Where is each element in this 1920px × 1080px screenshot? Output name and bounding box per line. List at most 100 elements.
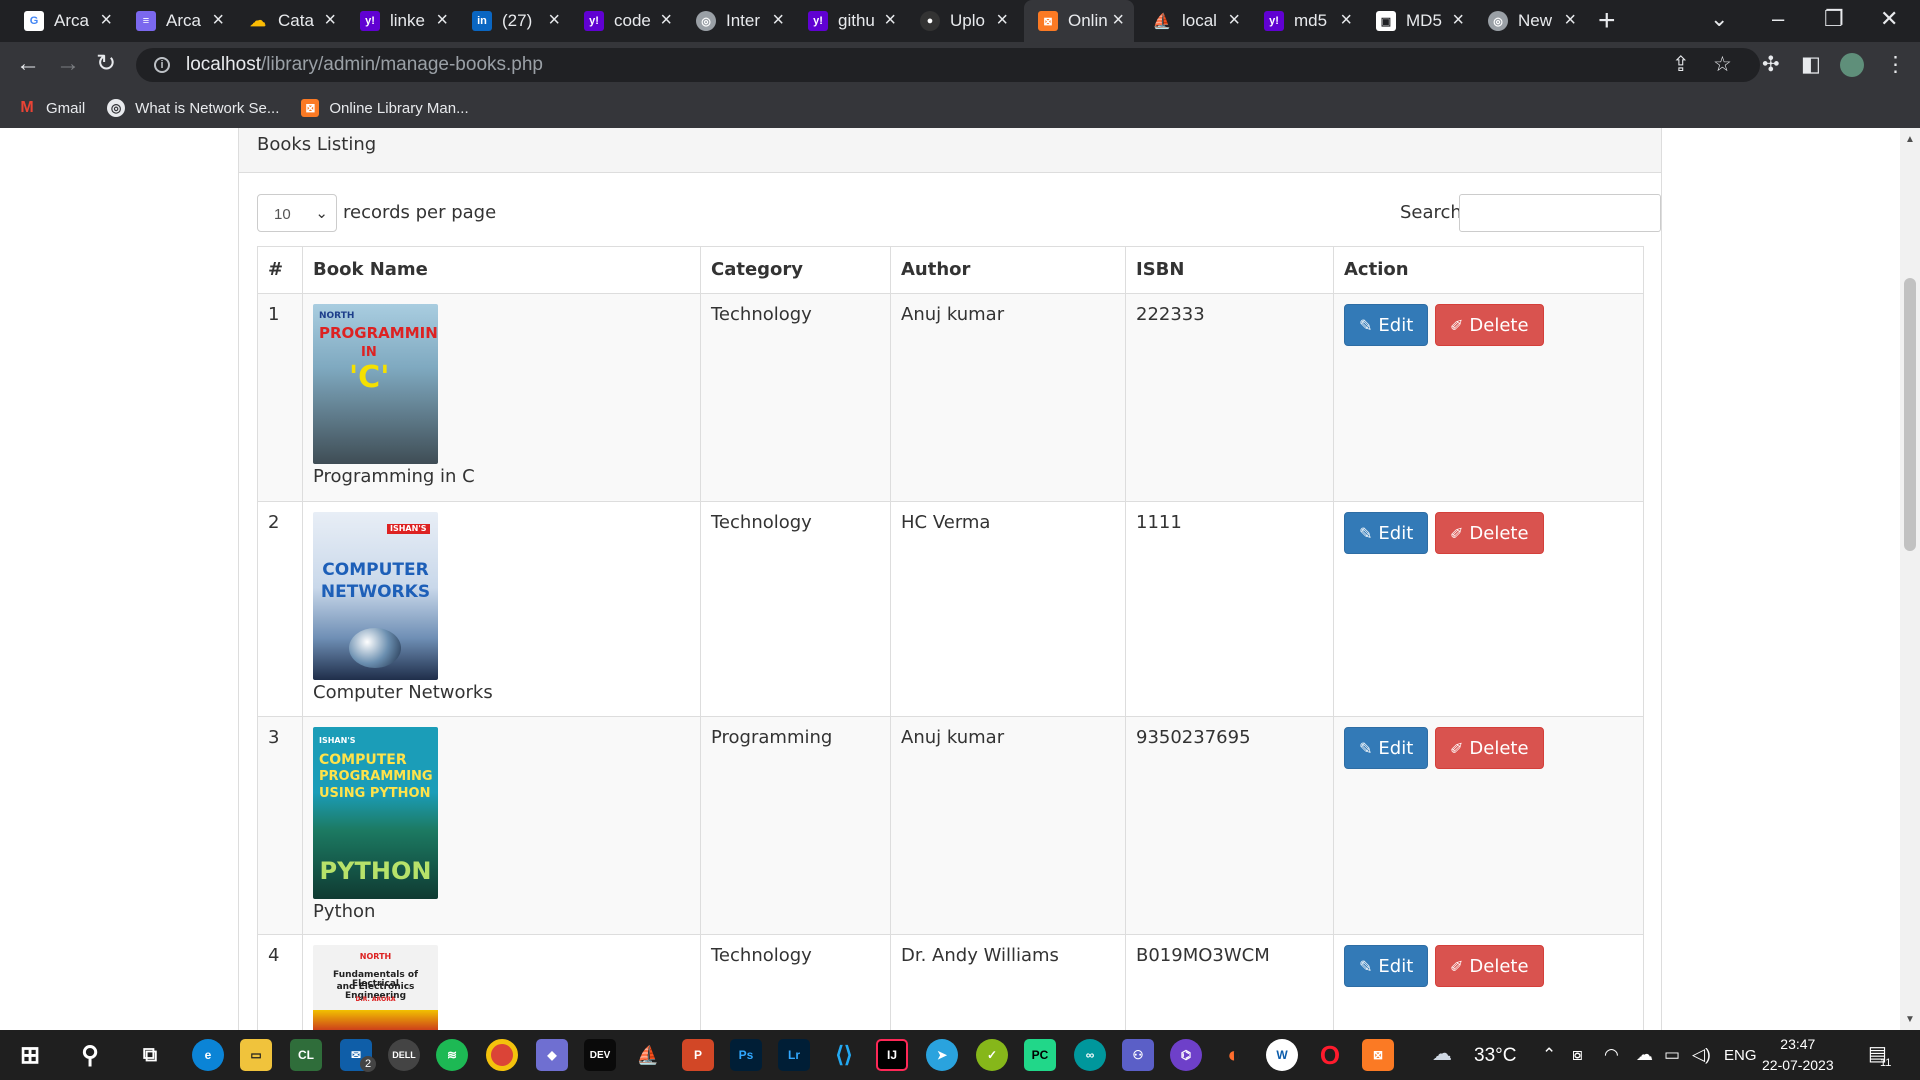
close-icon[interactable]: × <box>436 10 448 30</box>
window-close-icon[interactable]: ✕ <box>1880 6 1898 32</box>
github-desktop-icon[interactable]: ⌬ <box>1170 1039 1202 1071</box>
onedrive-icon[interactable]: ☁ <box>1636 1045 1653 1065</box>
delete-button[interactable]: ✐ Delete <box>1435 727 1544 769</box>
telegram-icon[interactable]: ➤ <box>926 1039 958 1071</box>
close-icon[interactable]: × <box>548 10 560 30</box>
teams-icon[interactable]: ⚇ <box>1122 1039 1154 1071</box>
avatar[interactable] <box>1840 53 1864 77</box>
chevron-up-icon[interactable]: ⌃ <box>1542 1045 1556 1065</box>
pycharm-icon[interactable]: PC <box>1024 1039 1056 1071</box>
clickup-icon[interactable]: CL <box>290 1039 322 1071</box>
arduino-icon[interactable]: ∞ <box>1074 1039 1106 1071</box>
records-per-page-select[interactable]: 10 ⌄ <box>257 194 337 232</box>
firefox-icon[interactable]: ◐ <box>1218 1039 1250 1071</box>
scroll-down-icon[interactable]: ▼ <box>1905 1014 1915 1025</box>
header-author[interactable]: Author <box>890 246 1126 294</box>
bookmark-gmail[interactable]: M Gmail <box>18 99 85 117</box>
vuetify-icon[interactable]: ✓ <box>976 1039 1008 1071</box>
word-icon[interactable]: W <box>1266 1039 1298 1071</box>
new-tab-icon[interactable]: + <box>1598 6 1616 36</box>
close-icon[interactable]: × <box>1452 10 1464 30</box>
close-icon[interactable]: × <box>100 10 112 30</box>
back-icon[interactable]: ← <box>16 52 40 76</box>
close-icon[interactable]: × <box>212 10 224 30</box>
delete-button[interactable]: ✐ Delete <box>1435 304 1544 346</box>
tab-10[interactable]: ⛵ local × <box>1138 0 1250 42</box>
intellij-icon[interactable]: IJ <box>876 1039 908 1071</box>
minimize-icon[interactable]: – <box>1772 6 1784 32</box>
vscode-icon[interactable]: ⟨⟩ <box>828 1039 860 1071</box>
close-icon[interactable]: × <box>772 10 784 30</box>
tab-0[interactable]: G Arca × <box>10 0 122 42</box>
scroll-up-icon[interactable]: ▲ <box>1905 134 1915 145</box>
spotify-icon[interactable]: ≋ <box>436 1039 468 1071</box>
header-isbn[interactable]: ISBN <box>1125 246 1334 294</box>
restore-icon[interactable]: ❐ <box>1824 6 1844 32</box>
lightroom-icon[interactable]: Lr <box>778 1039 810 1071</box>
address-bar[interactable]: i localhost/library/admin/manage-books.p… <box>136 48 1760 82</box>
volume-icon[interactable]: ◁) <box>1692 1045 1711 1065</box>
page-scrollbar[interactable]: ▲ ▼ <box>1900 128 1920 1030</box>
forward-icon[interactable]: → <box>56 52 80 76</box>
photoshop-icon[interactable]: Ps <box>730 1039 762 1071</box>
tab-2[interactable]: ☁ Cata × <box>234 0 346 42</box>
edit-button[interactable]: ✎ Edit <box>1344 512 1429 554</box>
edit-button[interactable]: ✎ Edit <box>1344 945 1429 987</box>
tab-5[interactable]: y! code × <box>570 0 682 42</box>
star-icon[interactable]: ☆ <box>1713 54 1732 76</box>
chrome-icon[interactable] <box>486 1039 518 1071</box>
close-icon[interactable]: × <box>996 10 1008 30</box>
weather-temp[interactable]: 33°C <box>1474 1045 1516 1067</box>
header-book-name[interactable]: Book Name <box>302 246 701 294</box>
close-icon[interactable]: × <box>1340 10 1352 30</box>
dell-icon[interactable]: DELL <box>388 1039 420 1071</box>
devc-icon[interactable]: DEV <box>584 1039 616 1071</box>
search-input[interactable] <box>1459 194 1661 232</box>
opera-icon[interactable]: O <box>1314 1039 1346 1071</box>
close-icon[interactable]: × <box>1564 10 1576 30</box>
xampp-icon[interactable]: ⊠ <box>1362 1039 1394 1071</box>
tab-1[interactable]: ≡ Arca × <box>122 0 234 42</box>
info-icon[interactable]: i <box>154 57 170 73</box>
tab-13[interactable]: ◎ New × <box>1474 0 1586 42</box>
tab-7[interactable]: y! githu × <box>794 0 906 42</box>
share-icon[interactable]: ⇪ <box>1672 54 1690 76</box>
weather-icon[interactable]: ☁ <box>1432 1041 1452 1066</box>
close-icon[interactable]: × <box>1228 10 1240 30</box>
language-indicator[interactable]: ENG <box>1724 1047 1757 1064</box>
tab-active[interactable]: ⊠ Onlin × <box>1024 0 1134 42</box>
edge-icon[interactable]: e <box>192 1039 224 1071</box>
wifi-icon[interactable]: ◠ <box>1604 1045 1619 1065</box>
header-num[interactable]: # <box>257 246 303 294</box>
side-panel-icon[interactable]: ◧ <box>1801 54 1821 76</box>
edit-button[interactable]: ✎ Edit <box>1344 727 1429 769</box>
close-icon[interactable]: × <box>324 10 336 30</box>
scroll-thumb[interactable] <box>1904 278 1916 551</box>
tab-search-icon[interactable]: ⌄ <box>1710 6 1728 32</box>
close-icon[interactable]: × <box>1112 10 1124 30</box>
clock[interactable]: 23:47 22-07-2023 <box>1762 1034 1834 1076</box>
phpmyadmin-icon[interactable]: ⛵ <box>632 1039 664 1071</box>
menu-icon[interactable]: ⋮ <box>1885 54 1906 76</box>
close-icon[interactable]: × <box>660 10 672 30</box>
delete-button[interactable]: ✐ Delete <box>1435 512 1544 554</box>
app-icon[interactable]: ◆ <box>536 1039 568 1071</box>
windows-start-icon[interactable]: ⊞ <box>14 1039 46 1071</box>
powerpoint-icon[interactable]: P <box>682 1039 714 1071</box>
close-icon[interactable]: × <box>884 10 896 30</box>
tab-8[interactable]: ● Uplo × <box>906 0 1018 42</box>
tab-3[interactable]: y! linke × <box>346 0 458 42</box>
header-action[interactable]: Action <box>1333 246 1644 294</box>
meet-icon[interactable]: ⧇ <box>1572 1045 1583 1065</box>
bookmark-library[interactable]: ⊠ Online Library Man... <box>301 99 469 117</box>
tab-4[interactable]: in (27) × <box>458 0 570 42</box>
task-view-icon[interactable]: ⧉ <box>134 1039 166 1071</box>
reload-icon[interactable]: ↻ <box>96 52 116 76</box>
battery-icon[interactable]: ▭ <box>1664 1045 1680 1065</box>
bookmark-network[interactable]: ◎ What is Network Se... <box>107 99 279 117</box>
delete-button[interactable]: ✐ Delete <box>1435 945 1544 987</box>
tab-12[interactable]: ▣ MD5 × <box>1362 0 1474 42</box>
edit-button[interactable]: ✎ Edit <box>1344 304 1429 346</box>
search-icon[interactable]: ⚲ <box>74 1039 106 1071</box>
tab-11[interactable]: y! md5 × <box>1250 0 1362 42</box>
